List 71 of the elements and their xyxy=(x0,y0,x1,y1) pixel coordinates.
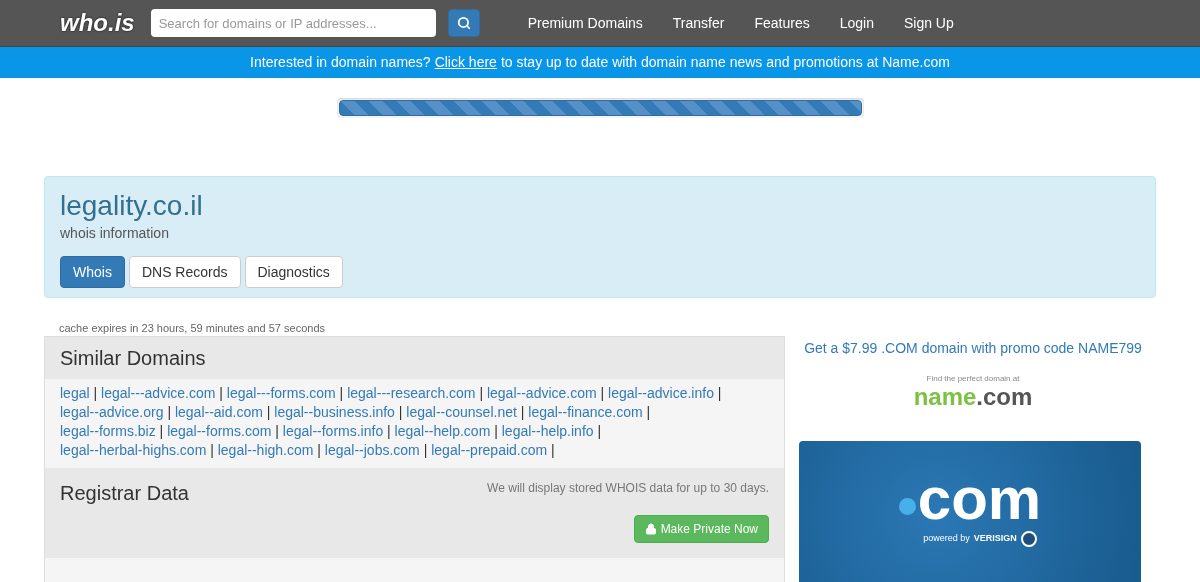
com-ad-banner[interactable]: com powered by VERISIGN xyxy=(799,441,1141,582)
domain-link[interactable]: legal--prepaid.com xyxy=(431,442,548,458)
domain-link[interactable]: legal--finance.com xyxy=(528,404,643,420)
separator: | xyxy=(494,423,498,439)
header-tab[interactable]: Whois xyxy=(60,256,125,288)
separator: | xyxy=(266,404,271,420)
domain-title: legality.co.il xyxy=(60,189,204,223)
domain-link[interactable]: legal--advice.info xyxy=(608,385,714,401)
domain-link[interactable]: legal--herbal-highs.com xyxy=(60,442,207,458)
lock-icon xyxy=(644,523,657,535)
domain-link[interactable]: legal--help.info xyxy=(501,423,594,439)
cache-note: cache expires in 23 hours, 59 minutes and 57 seconds xyxy=(58,321,326,336)
separator: | xyxy=(387,423,391,439)
promo-link[interactable]: Get a $7.99 .COM domain with promo code NAME799 xyxy=(804,338,1142,359)
separator: | xyxy=(551,442,555,458)
header-tab[interactable]: DNS Records xyxy=(128,256,241,288)
com-wordmark: com xyxy=(917,471,1042,527)
separator: | xyxy=(398,404,403,420)
domain-link[interactable]: legal--forms.info xyxy=(282,423,384,439)
domain-link[interactable]: legal--jobs.com xyxy=(324,442,420,458)
header-tab[interactable]: Diagnostics xyxy=(244,256,343,288)
ad-tagline: Find the perfect domain at xyxy=(926,373,1020,385)
separator: | xyxy=(597,423,602,439)
separator: | xyxy=(479,385,484,401)
separator: | xyxy=(317,442,321,458)
search-button[interactable] xyxy=(447,9,480,37)
domain-link[interactable]: legal--forms.biz xyxy=(60,423,156,439)
nav-link[interactable]: Features xyxy=(754,12,810,34)
domain-link[interactable]: legal--business.info xyxy=(274,404,395,420)
separator: | xyxy=(646,404,651,420)
banner-text: to stay up to date with domain name news and promotions at Name.com xyxy=(500,53,950,72)
domain-link[interactable]: legal--help.com xyxy=(394,423,491,439)
search-icon xyxy=(456,16,471,30)
name-com-logo: name.com xyxy=(913,385,1033,409)
domain-link[interactable]: legal--counsel.net xyxy=(406,404,517,420)
separator: | xyxy=(423,442,428,458)
separator: | xyxy=(717,385,722,401)
domain-link[interactable]: legal--high.com xyxy=(217,442,314,458)
separator: | xyxy=(167,404,172,420)
powered-by-text: powered by xyxy=(923,532,970,546)
domain-link[interactable]: legal---research.com xyxy=(347,385,476,401)
separator: | xyxy=(219,385,223,401)
make-private-button[interactable]: Make Private Now xyxy=(633,515,769,543)
domain-link[interactable]: legal--advice.com xyxy=(486,385,597,401)
separator: | xyxy=(520,404,525,420)
banner-link[interactable]: Click here xyxy=(434,52,497,73)
site-logo[interactable]: who.is xyxy=(60,5,135,41)
nav-link[interactable]: Transfer xyxy=(672,12,725,34)
separator: | xyxy=(159,423,164,439)
nav-link[interactable]: Premium Domains xyxy=(527,12,643,34)
header-subtitle: whois information xyxy=(60,224,170,243)
nav-link[interactable]: Login xyxy=(839,12,874,34)
verisign-wordmark: VERISIGN xyxy=(973,532,1017,546)
separator: | xyxy=(210,442,214,458)
search-field[interactable]: Search for domains or IP addresses... xyxy=(150,9,436,37)
domain-link[interactable]: legal---advice.com xyxy=(101,385,216,401)
separator: | xyxy=(275,423,279,439)
nav-link[interactable]: Sign Up xyxy=(903,12,954,34)
separator: | xyxy=(93,385,98,401)
registrar-title: Registrar Data xyxy=(60,481,189,506)
domain-link[interactable]: legal--aid.com xyxy=(174,404,263,420)
panel-heading: Similar Domains xyxy=(45,337,784,379)
separator: | xyxy=(600,385,605,401)
domain-link[interactable]: legal---forms.com xyxy=(226,385,336,401)
name-com-ad[interactable]: Find the perfect domain at name.com xyxy=(913,373,1033,409)
domain-link[interactable]: legal--advice.org xyxy=(60,404,164,420)
domain-link[interactable]: legal xyxy=(60,385,90,401)
separator: | xyxy=(339,385,344,401)
registrar-note: We will display stored WHOIS data for up to 30 days. xyxy=(487,480,769,497)
banner-text: Interested in domain names? xyxy=(250,53,431,72)
domain-link[interactable]: legal--forms.com xyxy=(167,423,272,439)
